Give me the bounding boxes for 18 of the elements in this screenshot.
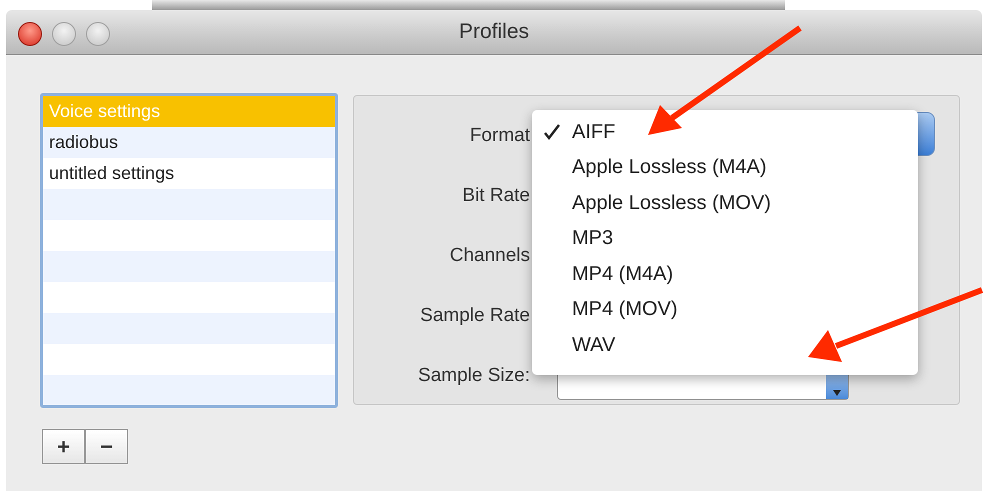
remove-button[interactable]: − — [85, 429, 128, 464]
window-title: Profiles — [458, 19, 530, 46]
add-button[interactable]: + — [42, 429, 85, 464]
menu-item[interactable]: Apple Lossless (M4A) — [532, 150, 918, 185]
menu-item[interactable]: MP4 (M4A) — [532, 256, 918, 292]
field-label: Bit Rate — [461, 184, 530, 208]
zoom-button[interactable] — [86, 22, 110, 46]
field-label: Sample Size: — [417, 364, 530, 388]
menu-item[interactable]: MP4 (MOV) — [532, 292, 918, 327]
field-label: Sample Rate — [419, 304, 530, 328]
menu-item[interactable]: WAV — [532, 327, 918, 362]
field-label: Format — [468, 124, 530, 148]
menu-item[interactable]: AIFF — [532, 114, 918, 150]
field-label: Channels — [448, 244, 530, 268]
menu-item[interactable]: MP3 — [532, 220, 918, 256]
menu-item[interactable]: Apple Lossless (MOV) — [532, 185, 918, 220]
minimize-button[interactable] — [52, 22, 76, 46]
close-button[interactable] — [18, 22, 42, 46]
